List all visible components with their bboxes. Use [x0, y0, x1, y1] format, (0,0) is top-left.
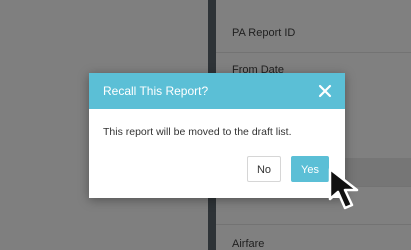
pa-report-id-label: PA Report ID: [232, 27, 296, 39]
page-row-divider: [216, 224, 411, 225]
recall-report-dialog: Recall This Report? This report will be …: [89, 73, 345, 198]
airfare-label: Airfare: [232, 238, 265, 250]
close-icon[interactable]: [316, 82, 334, 100]
dialog-title: Recall This Report?: [103, 84, 209, 98]
dialog-message: This report will be moved to the draft l…: [103, 126, 292, 138]
page-row-divider: [216, 52, 411, 53]
yes-button[interactable]: Yes: [291, 156, 329, 182]
no-button[interactable]: No: [247, 156, 281, 182]
dialog-header: Recall This Report?: [89, 73, 345, 109]
